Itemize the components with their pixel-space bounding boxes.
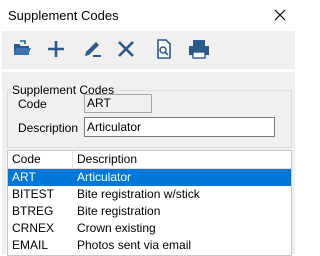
preview-button[interactable] — [150, 35, 178, 63]
column-header-description[interactable]: Description — [73, 151, 137, 168]
table-row[interactable]: CRNEX Crown existing — [8, 220, 291, 237]
toolbar — [2, 31, 295, 69]
cell-description: Bite registration w/stick — [77, 187, 200, 201]
table-row[interactable]: BTREG Bite registration — [8, 203, 291, 220]
cell-code: CRNEX — [12, 221, 55, 235]
edit-icon — [85, 42, 101, 57]
table-row[interactable]: BITEST Bite registration w/stick — [8, 186, 291, 203]
close-button[interactable] — [265, 0, 295, 30]
close-icon — [274, 9, 286, 21]
column-header-code[interactable]: Code — [8, 151, 73, 168]
preview-icon — [157, 39, 171, 59]
grid-header: Code Description — [8, 151, 291, 169]
description-label: Description — [18, 121, 79, 135]
delete-icon — [118, 41, 134, 57]
code-field[interactable]: ART — [84, 94, 152, 113]
cell-code: ART — [12, 170, 36, 184]
cell-description: Bite registration — [77, 204, 161, 218]
open-icon — [14, 40, 31, 55]
print-button[interactable] — [185, 35, 213, 63]
cell-code: BTREG — [12, 204, 54, 218]
description-field[interactable]: Articulator — [84, 117, 275, 137]
add-button[interactable] — [42, 35, 70, 63]
print-icon — [189, 40, 209, 59]
main-panel: Supplement Codes Code ART Description Ar… — [2, 72, 295, 256]
cell-code: EMAIL — [12, 238, 49, 252]
table-row[interactable]: EMAIL Photos sent via email — [8, 237, 291, 254]
window-title: Supplement Codes — [8, 8, 119, 23]
cell-code: BITEST — [12, 187, 55, 201]
code-label: Code — [18, 97, 47, 111]
table-row[interactable]: ART Articulator — [8, 169, 291, 186]
cell-description: Photos sent via email — [77, 238, 192, 252]
edit-button[interactable] — [78, 35, 106, 63]
delete-button[interactable] — [112, 35, 140, 63]
cell-description: Crown existing — [77, 221, 156, 235]
title-bar: Supplement Codes — [0, 0, 295, 30]
add-icon — [48, 41, 64, 57]
supplement-groupbox: Supplement Codes Code ART Description Ar… — [7, 83, 292, 148]
cell-description: Articulator — [77, 170, 132, 184]
open-button[interactable] — [8, 35, 36, 63]
codes-grid[interactable]: Code Description ART Articulator BITEST Bit… — [7, 150, 292, 256]
